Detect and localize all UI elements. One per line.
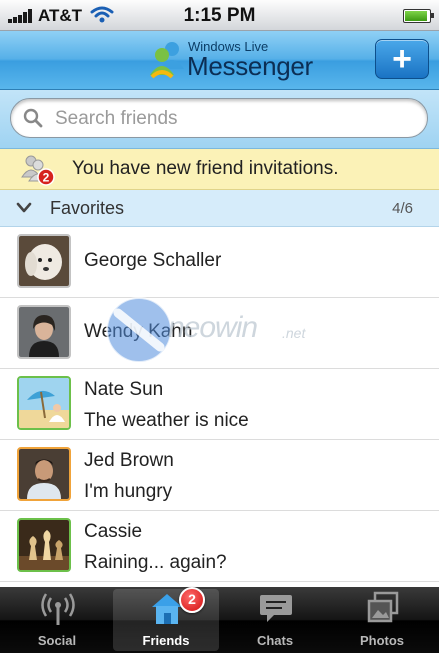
friend-invitations-icon: 2 xyxy=(21,155,55,186)
tab-photos[interactable]: Photos xyxy=(329,589,435,651)
invitation-text: You have new friend invitations. xyxy=(72,158,339,179)
invitation-count-badge: 2 xyxy=(43,171,50,185)
friends-notification-badge: 2 xyxy=(179,587,205,613)
clock: 1:15 PM xyxy=(183,5,256,26)
invitation-banner[interactable]: 2 You have new friend invitations. xyxy=(0,149,439,190)
beach-umbrella-icon xyxy=(19,378,69,428)
tab-label: Photos xyxy=(359,633,405,648)
avatar xyxy=(17,518,71,572)
add-contact-button[interactable]: + xyxy=(375,39,429,79)
contact-name: Nate Sun xyxy=(84,379,164,400)
search-input[interactable] xyxy=(53,103,417,135)
avatar xyxy=(17,305,71,359)
contact-row[interactable]: Nate Sun The weather is nice xyxy=(0,369,439,440)
search-field[interactable] xyxy=(10,98,428,138)
search-bar xyxy=(0,90,439,149)
status-bar: AT&T 1:15 PM xyxy=(0,0,439,31)
messenger-screen: AT&T 1:15 PM Windows Live Messenger + Se… xyxy=(0,0,439,653)
plus-icon: + xyxy=(392,40,412,78)
avatar xyxy=(17,376,71,430)
dog-photo-icon xyxy=(19,236,69,286)
contact-name: Cassie xyxy=(84,521,143,542)
person-photo-icon xyxy=(19,307,69,357)
broadcast-icon xyxy=(41,593,75,625)
tab-social[interactable]: Social xyxy=(4,589,110,651)
avatar xyxy=(17,234,71,288)
photos-icon xyxy=(367,591,399,623)
tab-chats[interactable]: Chats xyxy=(222,589,328,651)
brand-title: Messenger xyxy=(187,51,313,81)
favorites-label: Favorites xyxy=(50,198,125,218)
battery-icon xyxy=(403,9,434,23)
tab-label: Friends xyxy=(142,633,190,648)
contact-name: Jed Brown xyxy=(84,450,174,471)
person-photo-icon xyxy=(19,449,69,499)
favorites-group-header[interactable]: Favorites 4/6 xyxy=(0,190,439,227)
contact-row[interactable]: Jed Brown I'm hungry xyxy=(0,440,439,511)
favorites-count: 4/6 xyxy=(392,200,413,217)
chat-bubble-icon xyxy=(260,595,292,622)
chess-pieces-icon xyxy=(19,520,69,570)
contact-status: The weather is nice xyxy=(84,410,249,431)
tab-label: Social xyxy=(37,633,77,648)
contact-name: George Schaller xyxy=(84,250,222,271)
contact-row[interactable]: George Schaller xyxy=(0,227,439,298)
chevron-down-icon xyxy=(16,202,32,213)
search-icon xyxy=(23,108,43,128)
contact-row[interactable]: Wendy Kahn xyxy=(0,298,439,369)
contact-status: I'm hungry xyxy=(84,481,173,502)
contact-row[interactable]: Cassie Raining... again? xyxy=(0,511,439,582)
tab-bar: Social 2 Friends Chats Photos xyxy=(0,587,439,653)
messenger-logo-icon xyxy=(150,42,184,79)
avatar xyxy=(17,447,71,501)
contact-name: Wendy Kahn xyxy=(84,321,193,342)
contact-status: Raining... again? xyxy=(84,552,227,573)
tab-friends[interactable]: 2 Friends xyxy=(113,587,219,651)
tab-label: Chats xyxy=(256,633,294,648)
app-header: Windows Live Messenger + xyxy=(0,31,439,90)
contact-list: George Schaller Wendy Kahn Nate Sun The … xyxy=(0,227,439,587)
